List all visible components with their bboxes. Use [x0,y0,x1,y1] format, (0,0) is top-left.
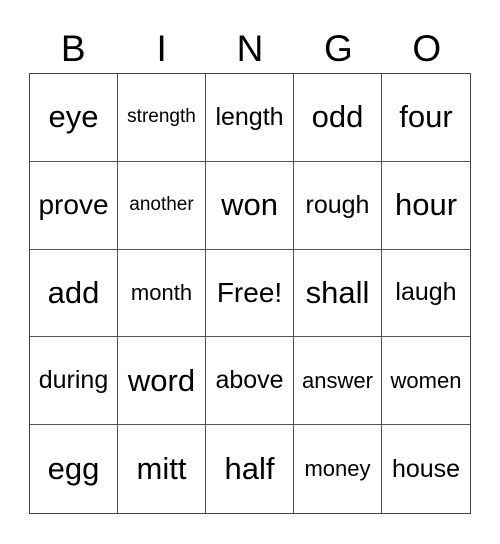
bingo-cell: eye [30,74,118,162]
bingo-cell: above [206,337,294,426]
bingo-cell: laugh [382,250,470,338]
bingo-cell: during [30,337,118,426]
bingo-cell: odd [294,74,382,162]
bingo-cell: half [206,425,294,513]
bingo-cell: another [118,161,206,250]
bingo-cell: women [382,337,470,426]
free-space-cell: Free! [206,249,294,338]
bingo-cell: house [391,454,461,483]
bingo-cell: won [206,161,294,250]
bingo-cell: length [206,74,294,162]
header-letter-b: B [60,28,86,69]
bingo-cell: strength [118,74,206,162]
header-letter-o: O [412,28,442,69]
bingo-cell: egg [30,425,118,513]
header-letter-i: I [156,28,167,69]
bingo-cell: rough [294,161,382,250]
bingo-cell: answer [294,337,382,426]
bingo-cell: shall [294,249,382,338]
bingo-cell: prove [30,161,118,250]
header-letter-n: N [236,28,264,69]
bingo-cell: money [294,425,382,513]
bingo-cell: mitt [118,425,206,513]
bingo-header: B I N G O [29,26,471,72]
bingo-cell: month [118,249,206,338]
bingo-cell: four [382,74,470,162]
header-letter-g: G [323,28,353,69]
bingo-cell: add [30,249,118,338]
bingo-cell: word [118,337,206,426]
bingo-cell: hour [382,162,470,250]
bingo-grid: eye strength length odd four prove anoth… [29,73,471,514]
